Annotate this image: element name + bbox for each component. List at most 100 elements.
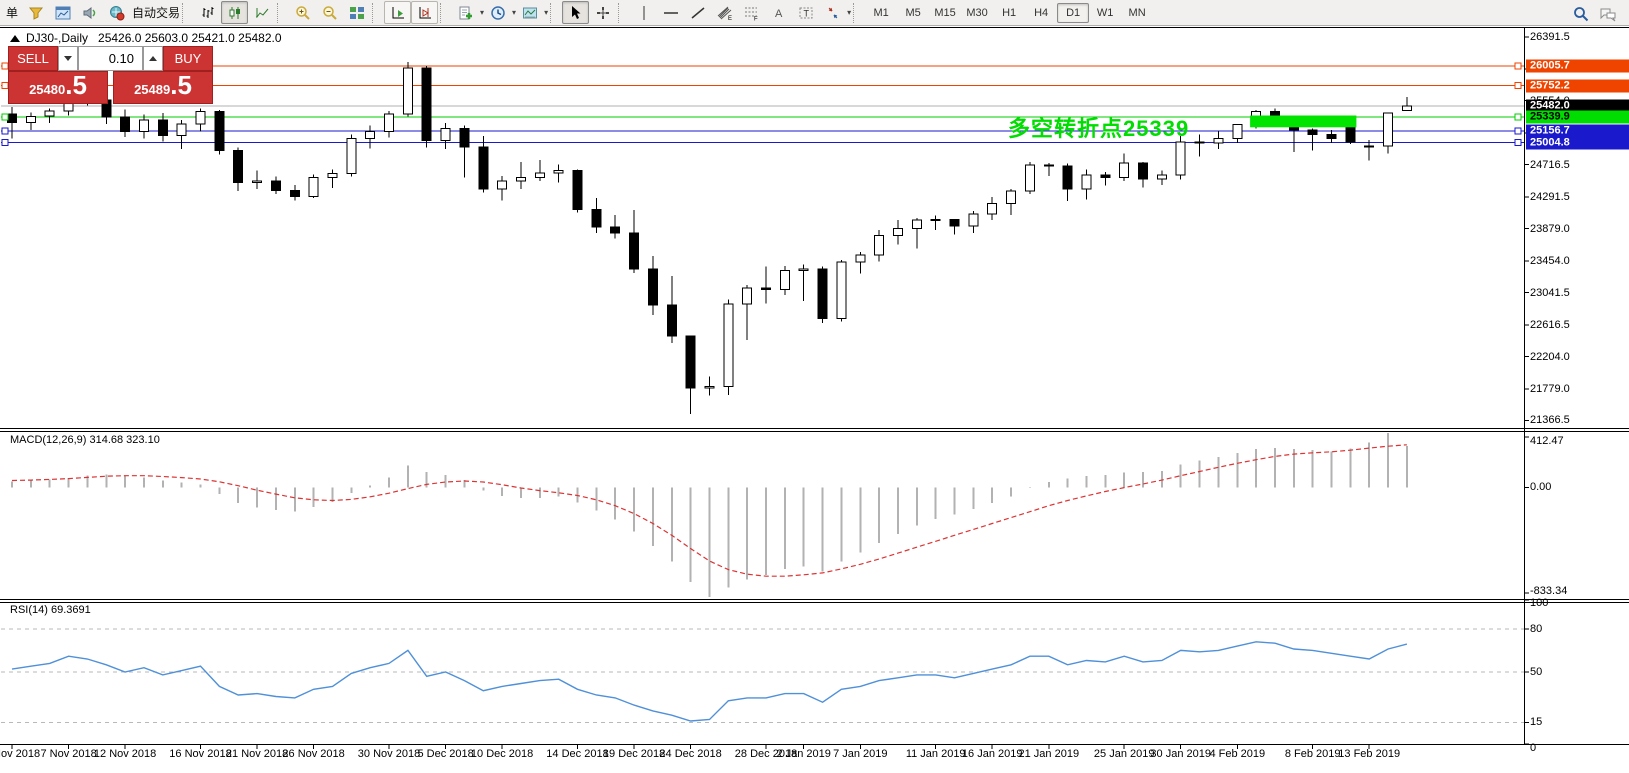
date-axis-label: 14 Dec 2018: [546, 748, 608, 760]
line-handle: [1515, 63, 1521, 69]
collapse-chart-icon[interactable]: [10, 35, 20, 42]
candle-body: [1044, 165, 1053, 166]
line-handle: [2, 114, 8, 120]
candle-body: [799, 269, 808, 271]
candle-body: [875, 235, 884, 255]
macd-axis-label: 0.00: [1530, 481, 1551, 493]
price-axis-label: 24291.5: [1530, 191, 1570, 203]
price-axis-label: 22616.5: [1530, 319, 1570, 331]
candle-body: [1082, 175, 1091, 189]
candle-body: [856, 255, 865, 262]
date-axis-label: 13 Feb 2019: [1338, 748, 1400, 760]
macd-histogram: [12, 433, 1407, 597]
buy-price-box[interactable]: 25489.5: [113, 71, 213, 104]
candle-body: [8, 114, 17, 122]
candle-body: [196, 112, 205, 124]
candle-body: [26, 116, 35, 122]
horizontal-lines: [1, 66, 1524, 142]
candle-body: [1233, 125, 1242, 139]
candle-body: [931, 220, 940, 221]
line-handle: [1515, 128, 1521, 134]
date-axis-label: 8 Feb 2019: [1285, 748, 1341, 760]
candle-body: [177, 124, 186, 135]
date-axis-label: 30 Jan 2019: [1150, 748, 1211, 760]
candle-body: [1346, 128, 1355, 143]
candle-body: [969, 214, 978, 226]
rsi-axis-label: 50: [1530, 666, 1542, 678]
candle-body: [762, 288, 771, 290]
price-tag: 26005.7: [1526, 60, 1629, 73]
candle-body: [837, 262, 846, 319]
macd-axis-label: -833.34: [1530, 585, 1567, 597]
rsi-axis-label: 15: [1530, 716, 1542, 728]
pivot-annotation[interactable]: 多空转折点25339: [1008, 111, 1189, 143]
candle-body: [215, 112, 224, 151]
sell-price-pips: .5: [65, 72, 87, 98]
candle-body: [818, 269, 827, 319]
highlight-rectangle: [1250, 116, 1356, 128]
price-axis-label: 21366.5: [1530, 414, 1570, 426]
rsi-levels: [1, 629, 1524, 723]
rsi-axis-label: 0: [1530, 742, 1536, 754]
chart-canvas[interactable]: [0, 0, 1629, 773]
volume-decrease-button[interactable]: [58, 46, 78, 71]
candle-body: [385, 114, 394, 132]
line-handle: [1515, 140, 1521, 146]
date-axis-label: 7 Jan 2019: [833, 748, 887, 760]
volume-input[interactable]: 0.10: [78, 46, 143, 71]
date-axis-label: 4 Feb 2019: [1209, 748, 1265, 760]
candle-body: [988, 203, 997, 214]
candle-body: [554, 171, 563, 173]
candle-body: [479, 147, 488, 189]
sell-price-box[interactable]: 25480.5: [8, 71, 108, 104]
candle-body: [290, 190, 299, 196]
chevron-up-icon: [149, 56, 157, 61]
candle-body: [1025, 165, 1034, 191]
price-axis-label: 23454.0: [1530, 255, 1570, 267]
candle-body: [45, 111, 54, 116]
volume-increase-button[interactable]: [143, 46, 163, 71]
rsi-line: [12, 642, 1407, 721]
date-axis-label: 2 Nov 2018: [0, 748, 40, 760]
line-handle: [2, 140, 8, 146]
candle-body: [1063, 166, 1072, 189]
candle-body: [611, 227, 620, 233]
candle-body: [158, 120, 167, 135]
candle-body: [271, 181, 280, 190]
price-axis-label: 22204.0: [1530, 351, 1570, 363]
candles: [8, 62, 1412, 414]
price-axis-label: 21779.0: [1530, 383, 1570, 395]
candle-body: [648, 269, 657, 305]
candle-body: [950, 220, 959, 227]
candle-body: [347, 138, 356, 173]
candle-body: [1195, 142, 1204, 143]
rsi-axis-label: 100: [1530, 597, 1548, 609]
line-handle: [1515, 83, 1521, 89]
candle-body: [1157, 175, 1166, 179]
buy-button[interactable]: BUY: [163, 46, 213, 71]
chart-symbol-period: DJ30-,Daily: [26, 31, 88, 45]
candle-body: [441, 129, 450, 141]
chevron-down-icon: [64, 56, 72, 61]
date-axis-label: 16 Nov 2018: [169, 748, 231, 760]
candle-body: [1007, 191, 1016, 203]
candle-body: [1365, 146, 1374, 147]
candle-body: [422, 68, 431, 141]
date-axis-label: 30 Nov 2018: [358, 748, 420, 760]
candle-body: [1101, 175, 1110, 177]
candle-body: [573, 171, 582, 210]
date-axis-label: 19 Dec 2018: [603, 748, 665, 760]
candle-body: [592, 209, 601, 227]
candle-body: [1176, 142, 1185, 175]
date-axis-label: 26 Nov 2018: [282, 748, 344, 760]
price-axis-label: 23041.5: [1530, 287, 1570, 299]
price-tag: 25004.8: [1526, 136, 1629, 149]
sell-button[interactable]: SELL: [8, 46, 58, 71]
candle-body: [535, 173, 544, 178]
candle-body: [705, 387, 714, 389]
candle-body: [893, 229, 902, 236]
chart-ohlc-values: 25426.0 25603.0 25421.0 25482.0: [98, 31, 282, 45]
price-axis-label: 26391.5: [1530, 31, 1570, 43]
candle-body: [139, 120, 148, 132]
date-axis-label: 2 Jan 2019: [776, 748, 830, 760]
